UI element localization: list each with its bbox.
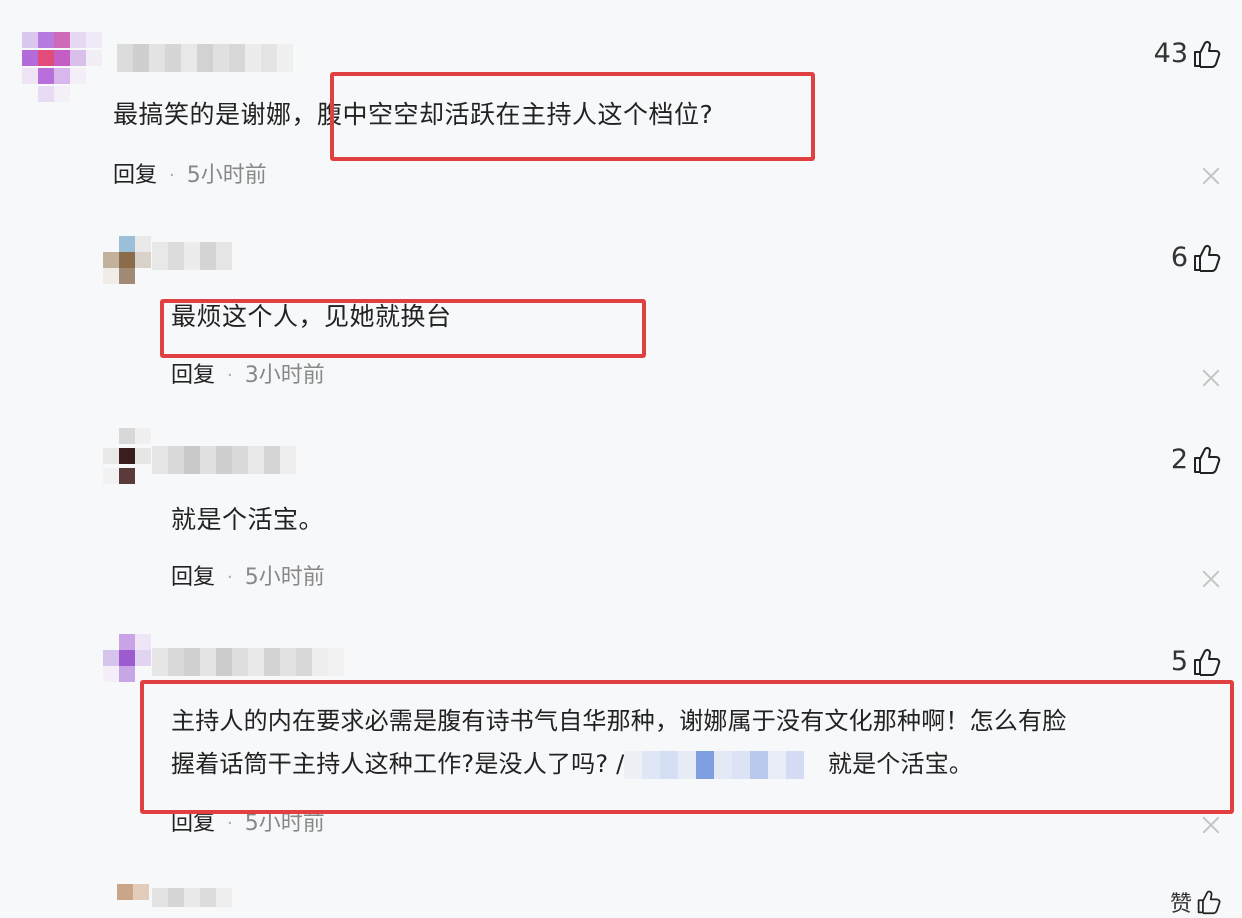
mention-redacted[interactable] (624, 751, 805, 779)
comment-meta: 回复 · 3小时前 (171, 362, 325, 390)
like-button[interactable]: 2 (1171, 444, 1222, 475)
avatar[interactable] (103, 634, 151, 682)
like-count: 赞 (1169, 892, 1192, 917)
like-button[interactable]: 6 (1171, 242, 1222, 273)
thumbs-up-icon (1194, 446, 1221, 474)
like-count: 2 (1170, 444, 1188, 475)
timestamp: 3小时前 (244, 363, 325, 388)
reply-button[interactable]: 回复 (171, 564, 215, 592)
username-redacted[interactable] (117, 44, 293, 72)
avatar[interactable] (103, 428, 151, 488)
comment-meta: 回复 · 5小时前 (113, 162, 267, 190)
comment-text-line-2: 握着话筒干主持人这种工作?是没人了吗? / 就是个活宝。 (171, 746, 973, 782)
thumbs-up-icon (1194, 244, 1221, 272)
thumbs-up-icon (1197, 890, 1221, 915)
like-count: 6 (1170, 242, 1188, 273)
reply-button[interactable]: 回复 (171, 362, 215, 390)
username-redacted[interactable] (152, 446, 296, 474)
username-redacted[interactable] (152, 648, 344, 676)
avatar[interactable] (103, 236, 151, 284)
like-button[interactable]: 赞 (1170, 886, 1222, 918)
like-count: 43 (1153, 38, 1188, 69)
username-redacted[interactable] (152, 888, 232, 907)
comment-text-part-a: 握着话筒干主持人这种工作?是没人了吗? / (171, 750, 625, 778)
timestamp: 5小时前 (244, 565, 325, 590)
comment-meta: 回复 · 5小时前 (171, 564, 325, 592)
separator-dot: · (227, 365, 233, 386)
avatar[interactable] (117, 884, 149, 907)
separator-dot: · (169, 165, 175, 186)
timestamp: 5小时前 (186, 163, 267, 188)
comment-text: 最烦这个人，见她就换台 (171, 302, 452, 331)
like-count: 5 (1170, 646, 1188, 677)
comment-text-line-1: 主持人的内在要求必需是腹有诗书气自华那种，谢娜属于没有文化那种啊！怎么有脸 (171, 707, 1067, 735)
comment-text: 最搞笑的是谢娜，腹中空空却活跃在主持人这个档位? (113, 100, 714, 129)
thumbs-up-icon (1194, 648, 1221, 676)
comment-meta: 回复 · 5小时前 (171, 810, 325, 838)
close-icon[interactable] (1202, 167, 1220, 185)
like-button[interactable]: 5 (1171, 646, 1222, 677)
close-icon[interactable] (1202, 369, 1220, 387)
username-redacted[interactable] (152, 242, 232, 270)
avatar[interactable] (22, 32, 102, 104)
separator-dot: · (227, 813, 233, 834)
thumbs-up-icon (1194, 40, 1221, 68)
comment-text: 就是个活宝。 (171, 505, 325, 534)
reply-button[interactable]: 回复 (113, 162, 157, 190)
separator-dot: · (227, 567, 233, 588)
close-icon[interactable] (1202, 816, 1220, 834)
reply-button[interactable]: 回复 (171, 810, 215, 838)
comment-text-part-b: 就是个活宝。 (827, 750, 974, 778)
like-button[interactable]: 43 (1154, 38, 1222, 69)
close-icon[interactable] (1202, 570, 1220, 588)
timestamp: 5小时前 (244, 811, 325, 836)
